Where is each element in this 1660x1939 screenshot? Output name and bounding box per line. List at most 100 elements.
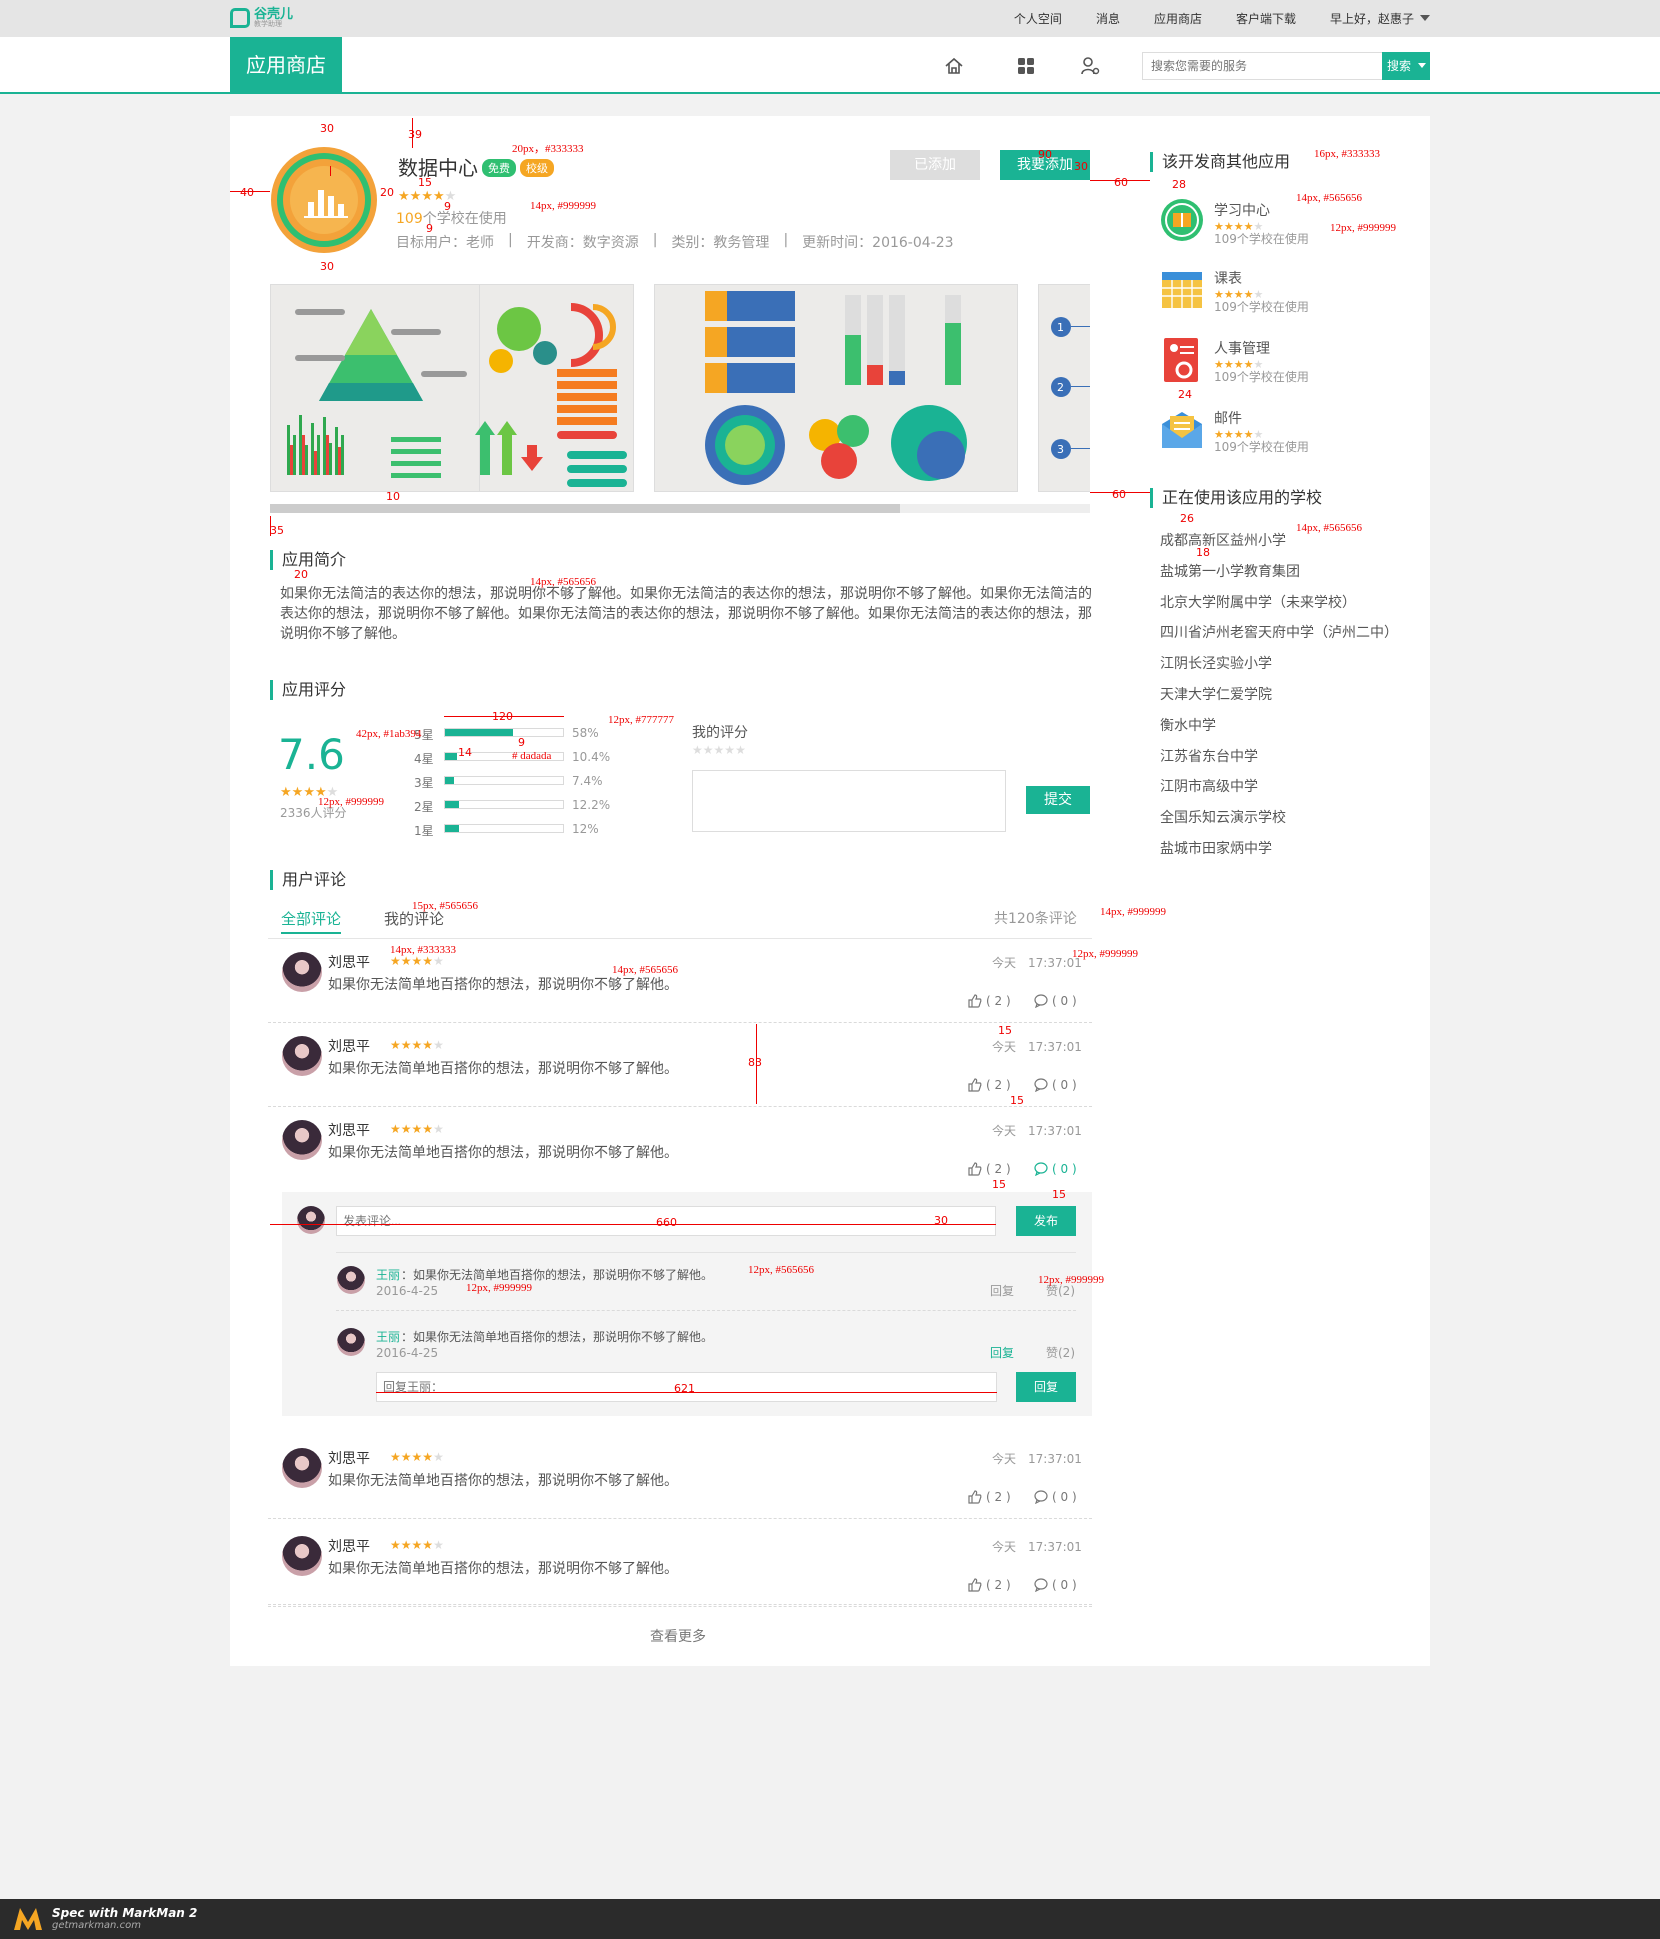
- comment-divider: [268, 1518, 1092, 1519]
- user-menu[interactable]: 早上好，赵惠子: [1330, 10, 1430, 27]
- spec-guide-line: [270, 1224, 996, 1225]
- like-button[interactable]: ( 2 ): [968, 994, 1011, 1008]
- logo-icon: [230, 8, 250, 28]
- avatar[interactable]: [282, 1536, 322, 1576]
- school-item[interactable]: 衡水中学: [1160, 715, 1216, 735]
- screenshot-3-partial[interactable]: 1 2 3: [1038, 284, 1090, 492]
- comment-user[interactable]: 刘思平: [328, 952, 370, 972]
- avatar[interactable]: [282, 1448, 322, 1488]
- my-rating-textarea[interactable]: [692, 770, 1006, 832]
- screenshot-1[interactable]: [270, 284, 634, 492]
- home-icon[interactable]: [944, 56, 964, 76]
- learning-center-icon[interactable]: [1160, 198, 1204, 242]
- spec-label: 14px, #333333: [390, 944, 456, 956]
- avatar[interactable]: [282, 1120, 322, 1160]
- comment-user[interactable]: 刘思平: [328, 1036, 370, 1056]
- school-item[interactable]: 江苏省东台中学: [1160, 746, 1258, 766]
- reply-button[interactable]: 回复: [1016, 1372, 1076, 1402]
- avatar[interactable]: [282, 952, 322, 992]
- rating-bar: [444, 824, 564, 833]
- nav-client-download[interactable]: 客户端下载: [1236, 10, 1296, 27]
- school-item[interactable]: 盐城第一小学教育集团: [1160, 561, 1300, 581]
- spec-label: 12px, #565656: [748, 1264, 814, 1276]
- reply-toggle-button[interactable]: ( 0 ): [1034, 1578, 1077, 1592]
- school-item[interactable]: 江阴长泾实验小学: [1160, 653, 1272, 673]
- avatar[interactable]: [337, 1266, 365, 1294]
- rating-level-label: 4星: [414, 752, 434, 766]
- reply-toggle-button[interactable]: ( 0 ): [1034, 1078, 1077, 1092]
- added-button[interactable]: 已添加: [890, 150, 980, 180]
- reply-text: ：如果你无法简单地百搭你的想法，那说明你不够了解他。: [401, 1268, 714, 1282]
- school-item[interactable]: 盐城市田家炳中学: [1160, 838, 1272, 858]
- school-item[interactable]: 天津大学仁爱学院: [1160, 684, 1272, 704]
- comment-user[interactable]: 刘思平: [328, 1120, 370, 1140]
- school-item[interactable]: 江阴市高级中学: [1160, 776, 1258, 796]
- tab-all-comments[interactable]: 全部评论: [281, 908, 342, 934]
- spec-measure: 28: [1172, 178, 1186, 191]
- reply-toggle-button[interactable]: ( 0 ): [1034, 1162, 1077, 1176]
- like-button[interactable]: ( 2 ): [968, 1490, 1011, 1504]
- like-button[interactable]: ( 2 ): [968, 1078, 1011, 1092]
- dev-app-name[interactable]: 人事管理: [1214, 338, 1270, 358]
- spec-guide-line: [756, 1024, 757, 1104]
- spec-measure: 60: [1114, 176, 1128, 189]
- spec-label: 12px, #999999: [1072, 948, 1138, 960]
- page-brand[interactable]: 应用商店: [230, 37, 342, 94]
- like-count: ( 2 ): [986, 1490, 1011, 1504]
- comment-text: 如果你无法简单地百搭你的想法，那说明你不够了解他。: [328, 1061, 678, 1077]
- reply-link[interactable]: 回复: [990, 1282, 1014, 1299]
- school-item[interactable]: 北京大学附属中学（未来学校）: [1160, 592, 1356, 612]
- like-count: ( 2 ): [986, 1078, 1011, 1092]
- screenshot-2[interactable]: [654, 284, 1018, 492]
- reply-user[interactable]: 王丽: [376, 1266, 400, 1283]
- grid-icon[interactable]: [1016, 56, 1036, 76]
- spec-label: 14px, #565656: [612, 964, 678, 976]
- comment-user[interactable]: 刘思平: [328, 1536, 370, 1556]
- spec-label: 14px, #565656: [530, 576, 596, 588]
- reply-date: 2016-4-25: [376, 1284, 439, 1298]
- spec-measure: 621: [674, 1382, 695, 1395]
- rating-level-label: 2星: [414, 800, 434, 814]
- school-item[interactable]: 成都高新区益州小学: [1160, 530, 1286, 550]
- like-button[interactable]: ( 2 ): [968, 1578, 1011, 1592]
- carousel-scroll-thumb[interactable]: [270, 504, 900, 513]
- search-button[interactable]: 搜索: [1382, 52, 1430, 80]
- nav-personal-space[interactable]: 个人空间: [1014, 10, 1062, 27]
- spec-guide-line: [1090, 492, 1150, 493]
- dev-app-name[interactable]: 学习中心: [1214, 200, 1270, 220]
- spec-label: 20px，#333333: [512, 143, 584, 155]
- reply-toggle-button[interactable]: ( 0 ): [1034, 1490, 1077, 1504]
- submit-rating-button[interactable]: 提交: [1026, 786, 1090, 814]
- reply-count: ( 0 ): [1052, 1078, 1077, 1092]
- reply-count: ( 0 ): [1052, 1578, 1077, 1592]
- like-button[interactable]: ( 2 ): [968, 1162, 1011, 1176]
- nav-app-store[interactable]: 应用商店: [1154, 10, 1202, 27]
- rating-level-pct: 7.4%: [572, 774, 603, 788]
- my-rating-stars[interactable]: ★★★★★: [692, 742, 746, 758]
- spec-measure: 39: [408, 128, 422, 141]
- spec-measure: 660: [656, 1216, 677, 1229]
- schedule-icon[interactable]: [1160, 268, 1204, 312]
- hr-management-icon[interactable]: [1160, 336, 1204, 384]
- school-item[interactable]: 四川省泸州老窖天府中学（泸州二中）: [1160, 622, 1398, 642]
- dev-app-name[interactable]: 邮件: [1214, 408, 1242, 428]
- school-item[interactable]: 全国乐知云演示学校: [1160, 807, 1286, 827]
- reply-like-link[interactable]: 赞(2): [1046, 1344, 1075, 1361]
- carousel-scrollbar[interactable]: [270, 504, 1090, 513]
- mail-icon[interactable]: [1160, 406, 1204, 450]
- dev-app-name[interactable]: 课表: [1214, 268, 1242, 288]
- meta-developer: 开发商：数字资源: [526, 235, 639, 251]
- reply-link[interactable]: 回复: [990, 1344, 1014, 1361]
- app-usage: 109个学校在使用: [396, 208, 507, 228]
- reply-user[interactable]: 王丽: [376, 1328, 400, 1345]
- reply-count: ( 0 ): [1052, 994, 1077, 1008]
- avatar[interactable]: [282, 1036, 322, 1076]
- user-settings-icon[interactable]: [1080, 56, 1100, 76]
- publish-button[interactable]: 发布: [1016, 1206, 1076, 1236]
- avatar[interactable]: [337, 1328, 365, 1356]
- load-more-link[interactable]: 查看更多: [650, 1626, 706, 1646]
- logo[interactable]: 谷壳儿 教学助理: [230, 8, 293, 28]
- nav-messages[interactable]: 消息: [1096, 10, 1120, 27]
- comment-user[interactable]: 刘思平: [328, 1448, 370, 1468]
- reply-toggle-button[interactable]: ( 0 ): [1034, 994, 1077, 1008]
